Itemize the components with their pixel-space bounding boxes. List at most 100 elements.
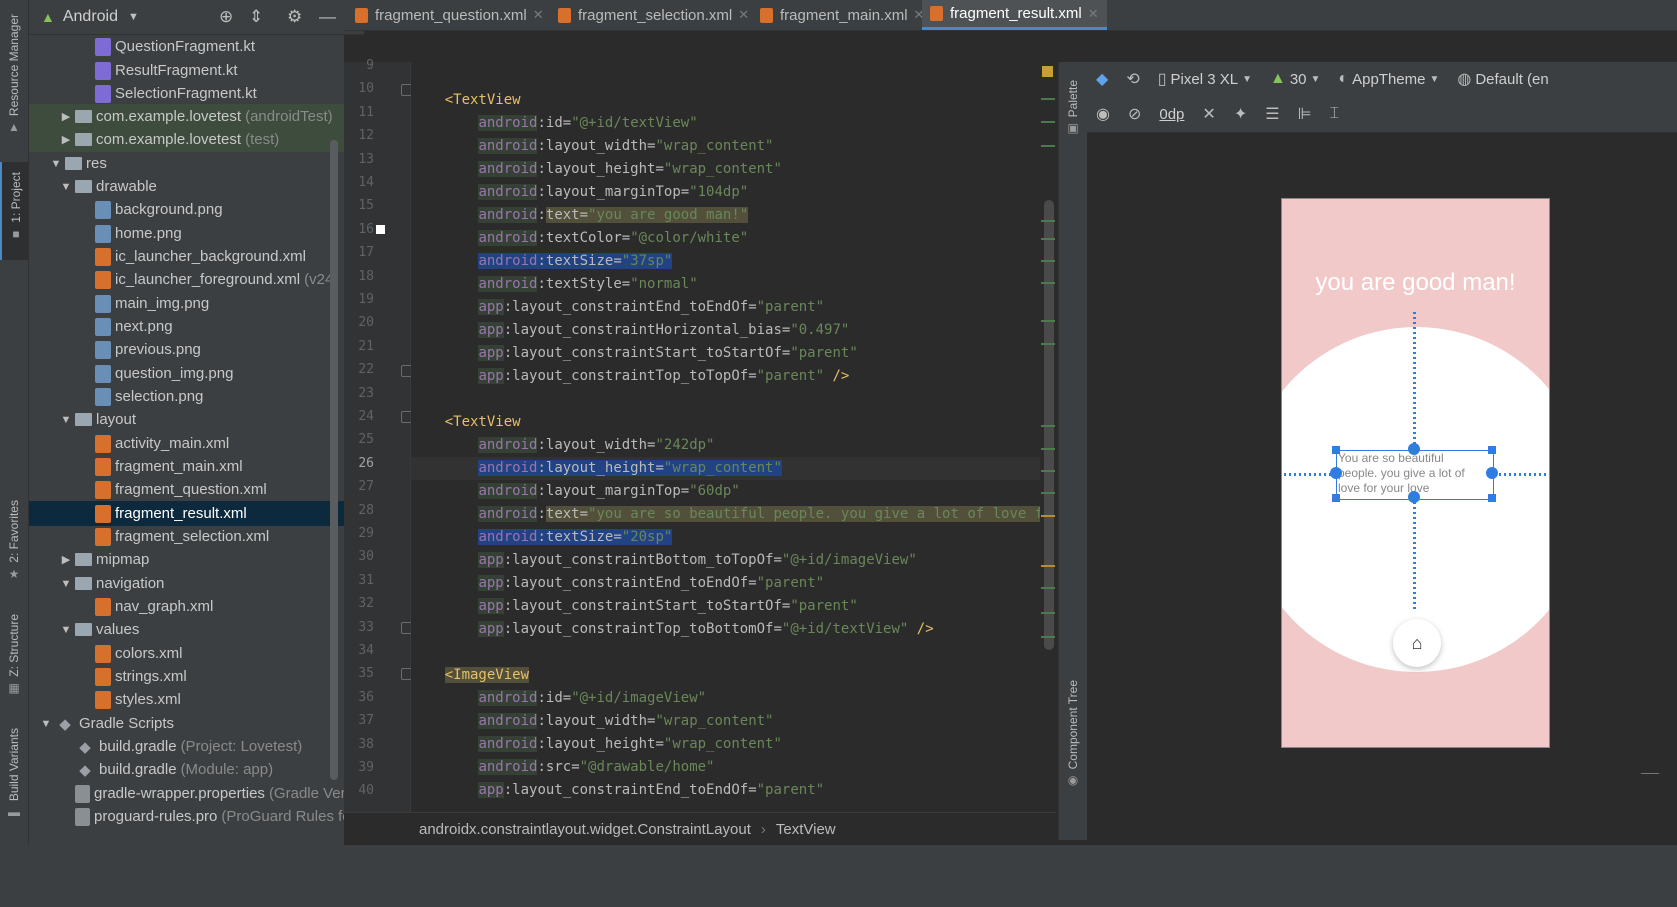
collapse-all-icon[interactable]: ⇕ [249,7,263,27]
chevron-right-icon[interactable]: ▶ [59,110,73,123]
resize-handle[interactable] [1332,494,1340,502]
code-line[interactable]: app:layout_constraintEnd_toEndOf="parent… [411,779,1056,802]
color-swatch-white[interactable] [376,225,385,234]
anchor-bottom[interactable] [1408,491,1420,503]
align-icon[interactable]: ⊫ [1298,104,1312,124]
code-line[interactable]: android:layout_width="wrap_content" [411,710,1056,733]
design-surface-icon[interactable]: ◆ [1096,69,1108,89]
code-line[interactable]: android:layout_height="wrap_content" [411,733,1056,756]
gear-icon[interactable]: ⚙ [287,7,302,27]
favorites-tab[interactable]: 2: Favorites ★ [0,500,28,581]
preview-title-text[interactable]: you are good man! [1282,269,1549,297]
tree-item[interactable]: ResultFragment.kt [29,58,394,83]
code-line[interactable]: android:layout_height="wrap_content" [411,158,1056,181]
code-line[interactable]: app:layout_constraintStart_toStartOf="pa… [411,342,1056,365]
code-line[interactable] [411,66,1056,89]
eye-icon[interactable]: ◉ [1096,104,1110,124]
close-icon[interactable]: ✕ [738,7,749,23]
code-line[interactable]: android:layout_height="wrap_content" [411,457,1056,480]
chevron-down-icon[interactable]: ▼ [39,718,53,730]
tree-item[interactable]: fragment_question.xml [29,477,394,502]
tree-item[interactable]: ▼ values [29,617,374,642]
close-icon[interactable]: ✕ [533,7,544,23]
tree-item[interactable]: selection.png [29,384,394,409]
home-button[interactable]: ⌂ [1393,619,1441,667]
code-line[interactable]: android:id="@+id/imageView" [411,687,1056,710]
pack-icon[interactable]: ☰ [1265,104,1279,124]
tree-item[interactable]: ▶ com.example.lovetest (androidTest) [29,104,374,129]
code-line[interactable]: app:layout_constraintStart_toStartOf="pa… [411,595,1056,618]
tree-item[interactable]: nav_graph.xml [29,594,394,619]
resize-handle[interactable] [1332,446,1340,454]
code-line[interactable]: app:layout_constraintHorizontal_bias="0.… [411,319,1056,342]
tree-item[interactable]: proguard-rules.pro (ProGuard Rules fo [29,804,374,829]
phone-preview[interactable]: you are good man! You are so beautiful p… [1281,198,1550,748]
code-line[interactable]: android:text="you are good man!" [411,204,1056,227]
tree-item[interactable]: background.png [29,197,394,222]
tree-item[interactable]: colors.xml [29,641,394,666]
default-margin-select[interactable]: 0dp [1159,106,1184,123]
tree-item[interactable]: next.png [29,314,394,339]
code-line[interactable]: app:layout_constraintTop_toBottomOf="@+i… [411,618,1056,641]
tree-item[interactable]: ▼ res [29,151,364,176]
hide-icon[interactable]: — [319,7,336,27]
tree-item[interactable]: ▼ navigation [29,571,374,596]
project-view-select[interactable]: Android [63,8,118,26]
chevron-down-icon[interactable]: ▼ [1242,74,1252,85]
tree-item[interactable]: fragment_main.xml [29,454,394,479]
code-editor[interactable]: <TextView android:id="@+id/textView" and… [411,62,1056,840]
editor-tab[interactable]: fragment_selection.xml ✕ [550,0,757,30]
tree-item[interactable]: strings.xml [29,664,394,689]
tree-item[interactable]: ◆ build.gradle (Project: Lovetest) [29,734,374,759]
palette-tab[interactable]: Palette ▣ [1059,80,1087,135]
breadcrumb-item-constraintlayout[interactable]: androidx.constraintlayout.widget.Constra… [419,821,751,838]
tree-item[interactable]: styles.xml [29,687,394,712]
tree-item[interactable]: QuestionFragment.kt [29,34,394,59]
tree-item[interactable]: ic_launcher_background.xml [29,244,394,269]
editor-tab[interactable]: fragment_question.xml ✕ [347,0,552,30]
chevron-down-icon[interactable]: ▼ [1311,74,1321,85]
editor-tab[interactable]: fragment_main.xml ✕ [752,0,932,30]
code-line[interactable]: android:layout_marginTop="104dp" [411,181,1056,204]
tree-item[interactable]: ▼ ◆ Gradle Scripts [29,711,354,736]
chevron-down-icon[interactable]: ▼ [59,181,73,193]
warning-indicator-icon[interactable] [1042,66,1053,77]
chevron-down-icon[interactable]: ▼ [59,624,73,636]
tree-item[interactable]: ▶ mipmap [29,547,374,572]
resize-handle[interactable] [1488,446,1496,454]
chevron-down-icon[interactable]: ▼ [128,11,139,23]
code-line[interactable]: android:textSize="20sp" [411,526,1056,549]
code-line[interactable] [411,388,1056,411]
code-line[interactable]: app:layout_constraintEnd_toEndOf="parent… [411,572,1056,595]
build-variants-tab[interactable]: Build Variants ▬ [0,728,28,819]
code-line[interactable]: app:layout_constraintEnd_toEndOf="parent… [411,296,1056,319]
tree-item[interactable]: question_img.png [29,361,394,386]
code-line[interactable]: android:layout_marginTop="60dp" [411,480,1056,503]
anchor-end[interactable] [1486,467,1498,479]
anchor-top[interactable] [1408,443,1420,455]
code-line[interactable]: android:layout_width="wrap_content" [411,135,1056,158]
code-line[interactable]: <TextView [411,89,1056,112]
code-line[interactable] [411,641,1056,664]
api-level-select[interactable]: 30 [1290,71,1307,88]
guidelines-icon[interactable]: ⌶ [1330,105,1340,123]
close-icon[interactable]: ✕ [1088,6,1099,22]
code-line[interactable]: <TextView [411,411,1056,434]
theme-select[interactable]: AppTheme [1352,71,1425,88]
project-tab[interactable]: 1: Project ■ [0,162,30,260]
code-line[interactable]: app:layout_constraintBottom_toTopOf="@+i… [411,549,1056,572]
tree-item[interactable]: activity_main.xml [29,431,394,456]
tree-item[interactable]: previous.png [29,337,394,362]
chevron-down-icon[interactable]: ▼ [59,578,73,590]
resource-manager-tab[interactable]: Resource Manager ▲ [0,14,28,134]
chevron-down-icon[interactable]: ▼ [1429,74,1439,85]
code-line[interactable]: android:textColor="@color/white" [411,227,1056,250]
tree-item[interactable]: main_img.png [29,291,394,316]
code-line[interactable]: android:layout_width="242dp" [411,434,1056,457]
code-line[interactable]: android:textStyle="normal" [411,273,1056,296]
tree-item[interactable]: ▼ layout [29,407,374,432]
tree-item[interactable]: gradle-wrapper.properties (Gradle Vers [29,781,374,806]
locale-select[interactable]: Default (en [1475,71,1548,88]
tree-item[interactable]: home.png [29,221,394,246]
locate-icon[interactable]: ⊕ [219,7,233,27]
